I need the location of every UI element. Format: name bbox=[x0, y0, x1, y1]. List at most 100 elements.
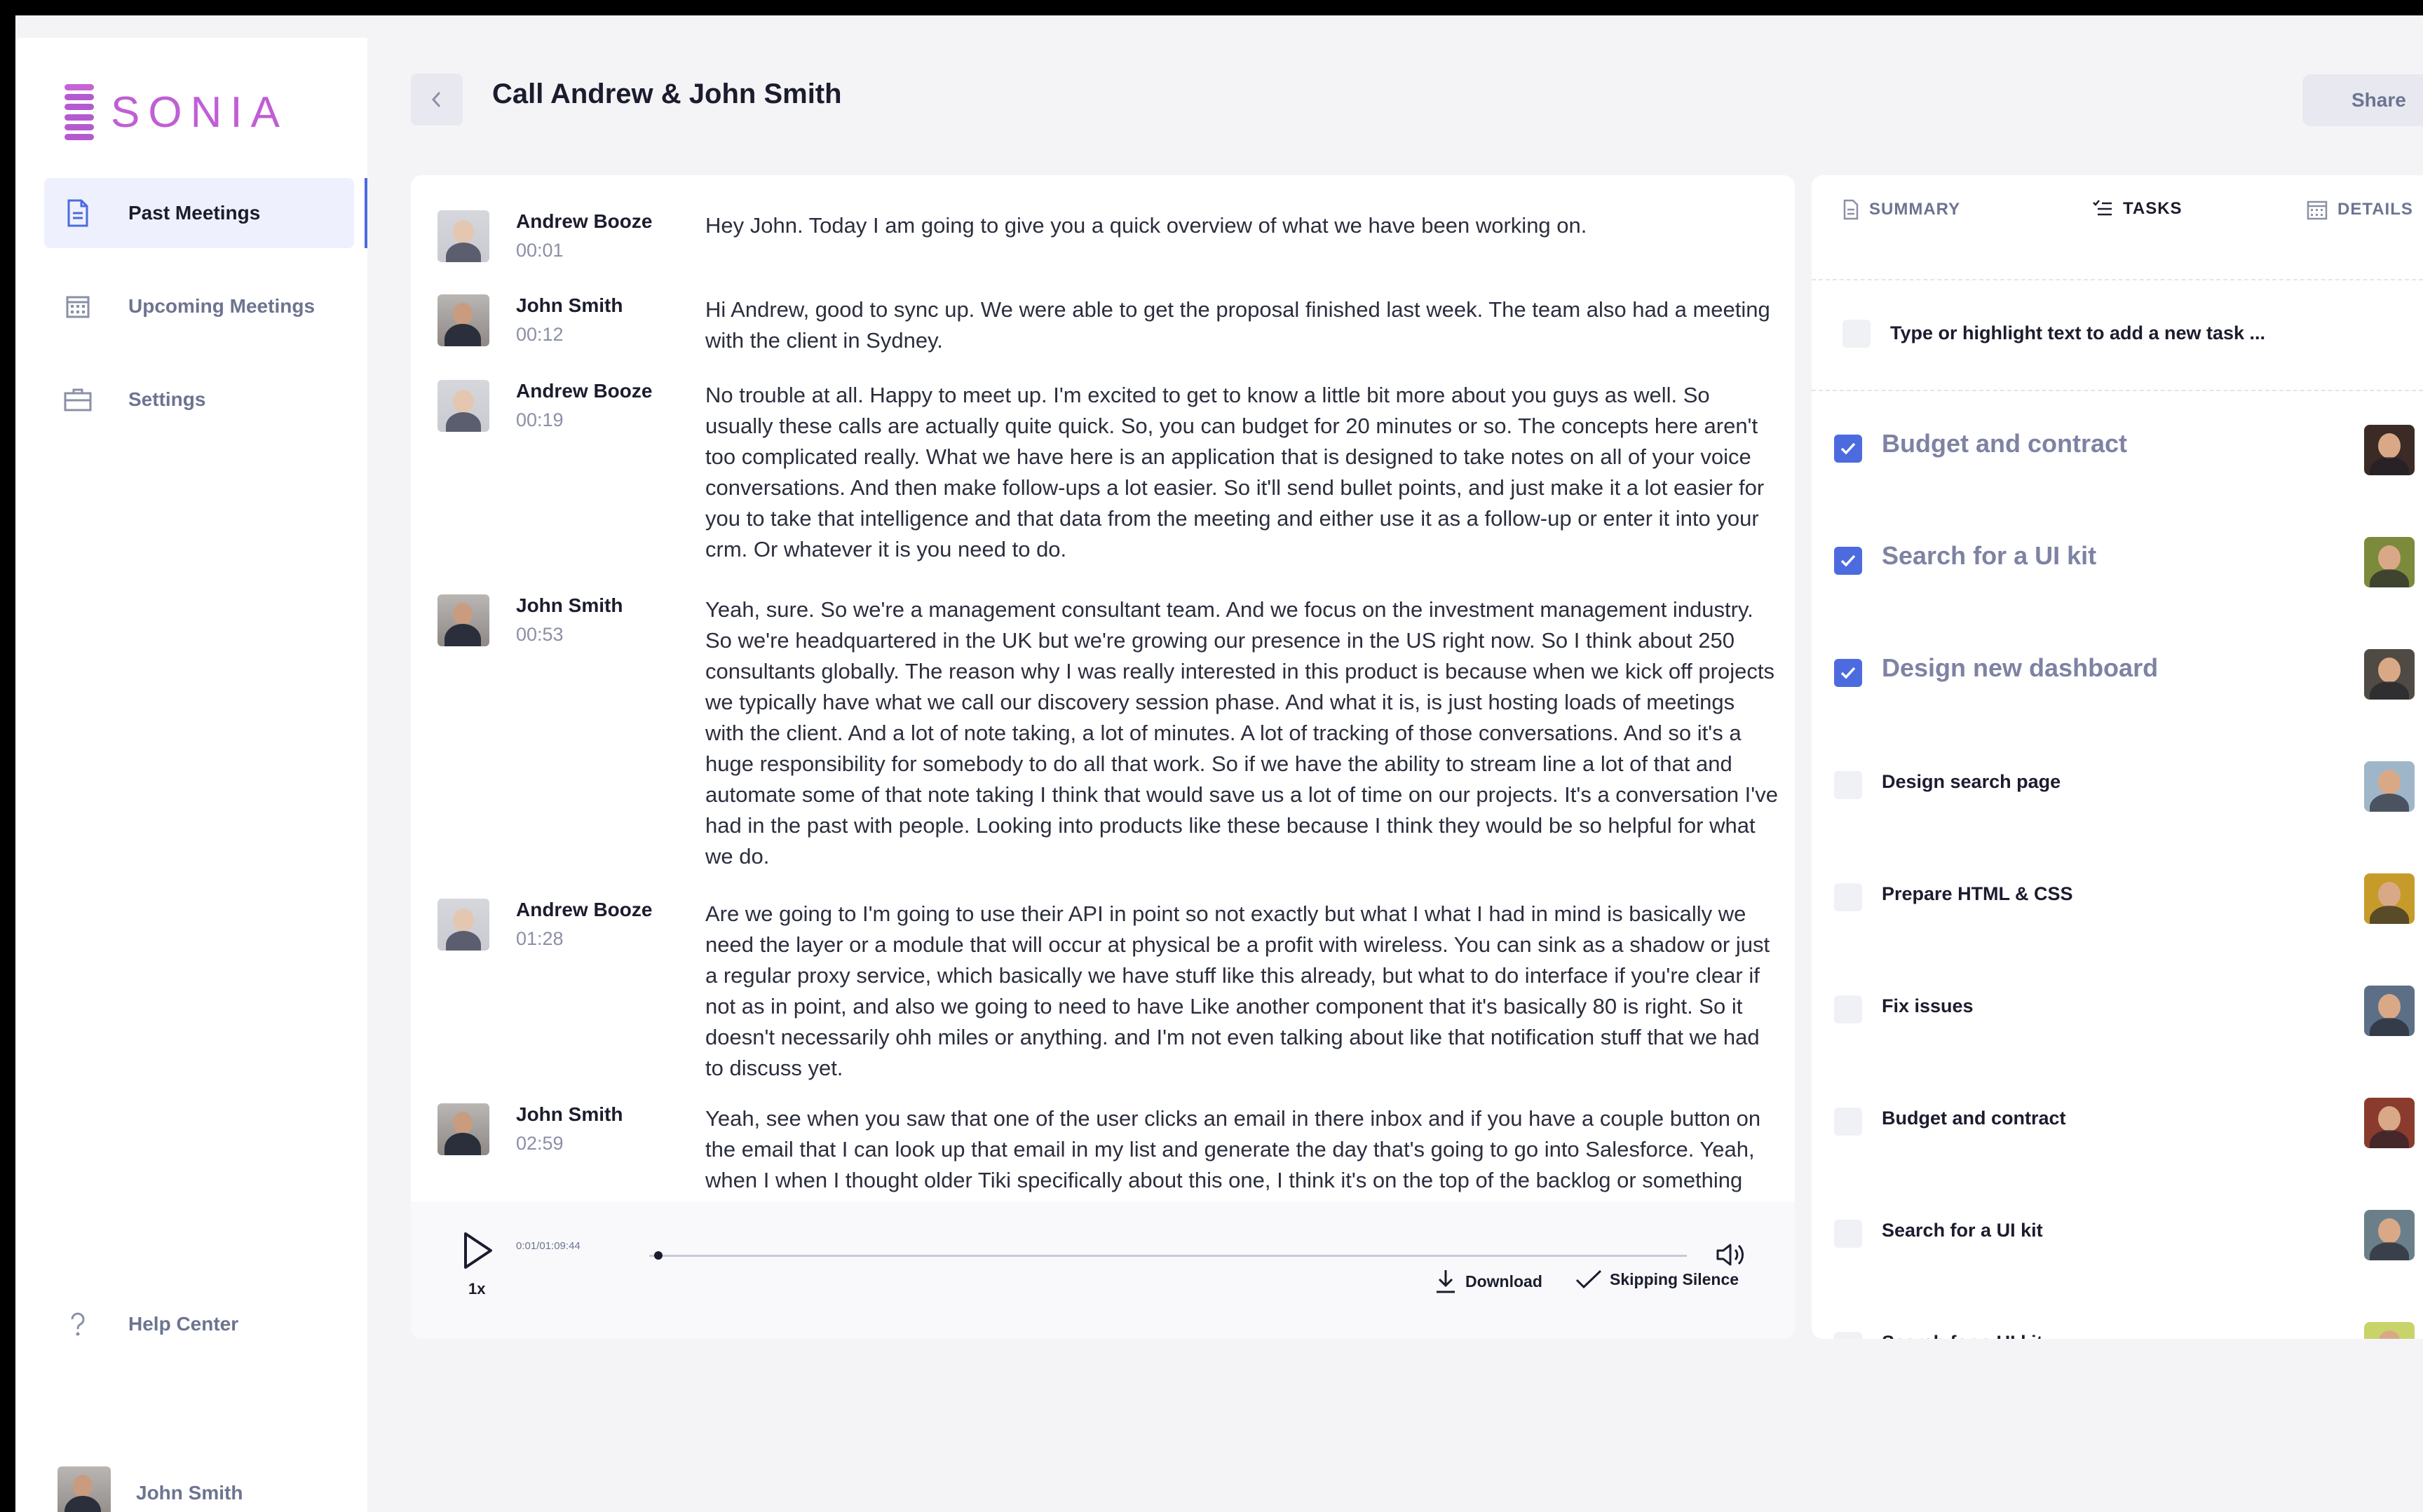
transcript-text: Are we going to I'm going to use their A… bbox=[705, 901, 1770, 1080]
sidebar-item-past-meetings[interactable]: Past Meetings bbox=[44, 178, 367, 248]
timestamp[interactable]: 02:59 bbox=[516, 1133, 564, 1155]
timestamp[interactable]: 01:28 bbox=[516, 928, 564, 950]
sidebar-item-label: Upcoming Meetings bbox=[128, 295, 315, 317]
task-item[interactable]: Search for a UI kit bbox=[1812, 526, 2423, 596]
download-button[interactable]: Download bbox=[1434, 1269, 1542, 1294]
tab-label: TASKS bbox=[2123, 199, 2183, 218]
panel-tabs: SUMMARY TASKS DETAILS bbox=[1812, 175, 2423, 252]
logo: SONIA bbox=[65, 84, 288, 140]
list-icon bbox=[2093, 200, 2112, 216]
assignee-avatar bbox=[2364, 1322, 2415, 1339]
app-window: SONIA Past Meetings Upcoming Meetings Se… bbox=[15, 15, 2423, 1512]
new-task-row: Type or highlight text to add a new task… bbox=[1812, 279, 2423, 391]
transcript-text: No trouble at all. Happy to meet up. I'm… bbox=[705, 383, 1765, 561]
timestamp[interactable]: 00:01 bbox=[516, 240, 564, 261]
calendar-icon bbox=[64, 292, 92, 320]
task-label: Fix issues bbox=[1882, 995, 1974, 1016]
progress-track[interactable] bbox=[649, 1251, 1687, 1260]
user-profile[interactable]: John Smith bbox=[57, 1466, 243, 1512]
transcript-text: Yeah, sure. So we're a management consul… bbox=[705, 597, 1778, 869]
chevron-left-icon bbox=[431, 91, 441, 108]
task-label: Search for a UI kit bbox=[1882, 1332, 2043, 1339]
task-item[interactable]: Prepare HTML & CSS bbox=[1812, 862, 2423, 932]
tab-label: SUMMARY bbox=[1869, 200, 1961, 219]
progress-handle[interactable] bbox=[654, 1251, 663, 1260]
transcript-panel: Andrew Booze 00:01 Hey John. Today I am … bbox=[411, 175, 1795, 1339]
task-item[interactable]: Fix issues bbox=[1812, 974, 2423, 1044]
avatar bbox=[437, 594, 489, 646]
timestamp[interactable]: 00:53 bbox=[516, 624, 564, 646]
task-item[interactable]: Design search page bbox=[1812, 750, 2423, 820]
skip-silence-label: Skipping Silence bbox=[1610, 1269, 1739, 1288]
speaker-name: Andrew Booze bbox=[516, 899, 653, 920]
task-label: Budget and contract bbox=[1882, 1108, 2066, 1129]
assignee-avatar bbox=[2364, 649, 2415, 700]
avatar bbox=[437, 210, 489, 262]
audio-player: 1x 0:01/01:09:44 Download Skipping Silen… bbox=[411, 1201, 1795, 1339]
sidebar-nav: Past Meetings Upcoming Meetings Settings bbox=[44, 178, 367, 458]
help-center-link[interactable]: Help Center bbox=[44, 1303, 238, 1345]
assignee-avatar bbox=[2364, 761, 2415, 812]
speaker-name: Andrew Booze bbox=[516, 210, 653, 232]
play-icon[interactable] bbox=[460, 1230, 495, 1272]
share-button[interactable]: Share bbox=[2302, 74, 2423, 126]
new-task-checkbox[interactable] bbox=[1842, 320, 1871, 348]
task-item[interactable]: Budget and contract bbox=[1812, 1087, 2423, 1157]
sidebar: SONIA Past Meetings Upcoming Meetings Se… bbox=[15, 38, 367, 1512]
microphone-logo-icon bbox=[65, 84, 94, 140]
speaker-name: John Smith bbox=[516, 1103, 623, 1125]
task-checkbox[interactable] bbox=[1834, 1108, 1862, 1136]
checkmark-icon bbox=[1840, 554, 1856, 567]
skip-silence-toggle[interactable]: Skipping Silence bbox=[1575, 1269, 1739, 1290]
task-item[interactable]: Search for a UI kit bbox=[1812, 1311, 2423, 1339]
speaker-name: John Smith bbox=[516, 594, 623, 616]
tab-label: DETAILS bbox=[2337, 200, 2413, 219]
assignee-avatar bbox=[2364, 537, 2415, 587]
checkmark-icon bbox=[1840, 667, 1856, 679]
task-checkbox[interactable] bbox=[1834, 995, 1862, 1023]
timestamp[interactable]: 00:19 bbox=[516, 409, 564, 431]
timestamp[interactable]: 00:12 bbox=[516, 324, 564, 346]
task-checkbox[interactable] bbox=[1834, 771, 1862, 799]
calendar-icon bbox=[2307, 200, 2328, 220]
tab-summary[interactable]: SUMMARY bbox=[1842, 199, 1960, 220]
speaker-name: John Smith bbox=[516, 294, 623, 316]
page-title: Call Andrew & John Smith bbox=[492, 79, 842, 109]
task-checkbox[interactable] bbox=[1834, 659, 1862, 687]
check-icon bbox=[1575, 1269, 1602, 1289]
task-item[interactable]: Design new dashboard bbox=[1812, 638, 2423, 708]
checkmark-icon bbox=[1840, 442, 1856, 455]
user-name: John Smith bbox=[136, 1482, 243, 1504]
tab-details[interactable]: DETAILS bbox=[2307, 199, 2413, 220]
sidebar-item-upcoming-meetings[interactable]: Upcoming Meetings bbox=[44, 271, 367, 341]
task-checkbox[interactable] bbox=[1834, 435, 1862, 463]
help-icon bbox=[64, 1310, 92, 1338]
task-checkbox[interactable] bbox=[1834, 1220, 1862, 1248]
new-task-input[interactable]: Type or highlight text to add a new task… bbox=[1890, 322, 2265, 344]
download-icon bbox=[1437, 1270, 1455, 1293]
volume-icon[interactable] bbox=[1713, 1238, 1747, 1272]
assignee-avatar bbox=[2364, 425, 2415, 475]
tasks-panel: SUMMARY TASKS DETAILS Type or highlight … bbox=[1812, 175, 2423, 1339]
task-checkbox[interactable] bbox=[1834, 547, 1862, 575]
playback-speed[interactable]: 1x bbox=[468, 1280, 485, 1298]
sidebar-item-settings[interactable]: Settings bbox=[44, 365, 367, 435]
avatar bbox=[437, 294, 489, 346]
task-label: Search for a UI kit bbox=[1882, 541, 2097, 570]
task-checkbox[interactable] bbox=[1834, 883, 1862, 911]
sidebar-item-label: Settings bbox=[128, 388, 206, 410]
task-checkbox[interactable] bbox=[1834, 1332, 1862, 1339]
task-item[interactable]: Search for a UI kit bbox=[1812, 1199, 2423, 1269]
task-item[interactable]: Budget and contract bbox=[1812, 414, 2423, 484]
assignee-avatar bbox=[2364, 1210, 2415, 1260]
back-button[interactable] bbox=[411, 74, 463, 125]
document-icon bbox=[1843, 199, 1859, 220]
tab-tasks[interactable]: TASKS bbox=[2092, 199, 2183, 219]
briefcase-icon bbox=[64, 386, 92, 414]
download-label: Download bbox=[1465, 1272, 1542, 1290]
avatar bbox=[437, 1103, 489, 1155]
speaker-name: Andrew Booze bbox=[516, 380, 653, 402]
help-center-label: Help Center bbox=[128, 1313, 239, 1335]
document-icon bbox=[64, 199, 92, 227]
task-label: Budget and contract bbox=[1882, 429, 2128, 458]
